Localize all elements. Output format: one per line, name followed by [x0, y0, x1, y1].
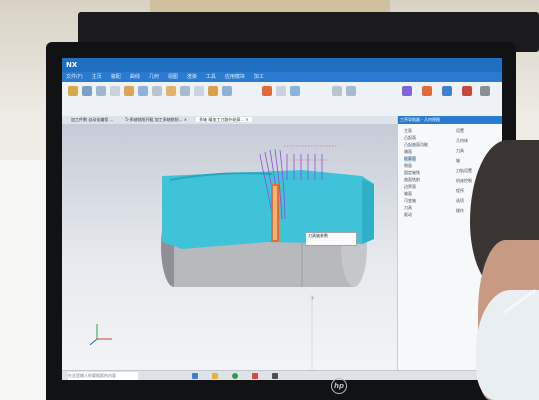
app-icon[interactable] — [272, 373, 278, 379]
toolpath-rapid-moves — [284, 145, 337, 161]
operation-setting-item[interactable]: 轴 — [456, 158, 460, 164]
ribbon-tool-icon[interactable] — [222, 86, 232, 96]
menu-item[interactable]: 应用模块 — [225, 74, 245, 80]
document-tab[interactable]: 5-多轴铣削开粗 加工多轴铣削... × — [122, 117, 190, 122]
navigator-title: 工序导航器 - 几何视图 — [398, 116, 502, 124]
z-axis-icon — [89, 338, 98, 346]
wooden-shelf — [150, 0, 390, 12]
ribbon-tool-icon[interactable] — [152, 86, 162, 96]
part-side-face — [362, 179, 374, 244]
navigator-item[interactable]: 刀具 — [404, 205, 412, 211]
navigator-item[interactable]: 凸起面 — [404, 135, 416, 141]
crosshair-marker: + — [310, 295, 315, 302]
ribbon-tool-icon[interactable] — [194, 86, 204, 96]
operation-setting-item[interactable]: 选项 — [456, 198, 464, 204]
navigator-item[interactable]: 端面 — [404, 149, 412, 155]
navigator-item[interactable]: 凸起曲面功能 — [404, 142, 428, 148]
ribbon-tool-icon[interactable] — [124, 86, 134, 96]
ribbon-tool-icon[interactable] — [262, 86, 272, 96]
ribbon-tool-icon[interactable] — [346, 86, 356, 96]
navigator-item[interactable]: 轴面 — [404, 191, 412, 197]
navigator-item[interactable]: 驱动 — [404, 212, 412, 218]
navigator-item[interactable]: 边界面 — [404, 184, 416, 190]
document-tab[interactable]: 加工件数 自动化编程 ... — [68, 117, 116, 122]
menu-item[interactable]: 视图 — [168, 74, 178, 80]
ribbon-tool-icon[interactable] — [96, 86, 106, 96]
menu-bar: 文件(F) 主页 装配 曲线 几何 视图 渲染 工具 应用模块 加工 — [62, 72, 502, 82]
folder-icon[interactable] — [212, 373, 218, 379]
document-tab[interactable]: 多轴 精加工刀路外轮廓... × — [196, 117, 252, 122]
ribbon-tool-icon[interactable] — [422, 86, 432, 96]
ribbon-tool-icon[interactable] — [462, 86, 472, 96]
dialog-label: 刀具轴参数 — [308, 233, 328, 238]
ribbon-tool-icon[interactable] — [480, 86, 490, 96]
ribbon-tool-icon[interactable] — [68, 86, 78, 96]
ribbon-tool-icon[interactable] — [290, 86, 300, 96]
monitor-screen: NX 文件(F) 主页 装配 曲线 几何 视图 渲染 工具 应用模块 加工 加工件数 自动化编程 … — [62, 58, 502, 380]
ribbon-toolbar — [62, 82, 502, 117]
windows-taskbar: 在这里输入你要搜索的内容 — [62, 370, 502, 380]
ribbon-tool-icon[interactable] — [138, 86, 148, 96]
ribbon-tool-icon[interactable] — [110, 86, 120, 96]
menu-item[interactable]: 主页 — [92, 74, 102, 80]
menu-item[interactable]: 曲线 — [130, 74, 140, 80]
ribbon-tool-icon[interactable] — [82, 86, 92, 96]
operation-setting-item[interactable]: 机床控制 — [456, 178, 472, 184]
operation-setting-item[interactable]: 设置 — [456, 128, 464, 134]
operation-setting-item[interactable]: 操作 — [456, 208, 464, 214]
navigator-item[interactable]: 曲面铣削 — [404, 177, 420, 183]
operation-setting-item[interactable]: 程序 — [456, 188, 464, 194]
navigator-item[interactable]: 侧面 — [404, 163, 412, 169]
ribbon-tool-icon[interactable] — [332, 86, 342, 96]
app-icon[interactable] — [252, 373, 258, 379]
app-icon[interactable] — [232, 373, 238, 379]
app-icon[interactable] — [192, 373, 198, 379]
ribbon-tool-icon[interactable] — [208, 86, 218, 96]
operation-setting-item[interactable]: 几何体 — [456, 138, 468, 144]
ribbon-tool-icon[interactable] — [276, 86, 286, 96]
menu-item[interactable]: 装配 — [111, 74, 121, 80]
app-titlebar: NX — [62, 58, 502, 72]
taskbar-search[interactable]: 在这里输入你要搜索的内容 — [68, 372, 138, 380]
navigator-item[interactable]: 主面 — [404, 128, 412, 134]
tool-axis-dialog[interactable]: 刀具轴参数 — [305, 232, 357, 246]
navigator-item[interactable]: 固定轴铣 — [404, 170, 420, 176]
graphics-viewport[interactable]: + 刀具轴参数 — [62, 124, 397, 370]
menu-item[interactable]: 几何 — [149, 74, 159, 80]
document-tabs: 加工件数 自动化编程 ... 5-多轴铣削开粗 加工多轴铣削... × 多轴 精加工… — [62, 116, 397, 124]
ribbon-tool-icon[interactable] — [166, 86, 176, 96]
navigator-item[interactable]: 可变轴 — [404, 198, 416, 204]
cad-model-view: + — [89, 145, 374, 370]
hp-logo: hp — [331, 378, 347, 394]
menu-item[interactable]: 文件(F) — [66, 74, 83, 80]
navigator-item[interactable]: 轮廓面 — [404, 156, 416, 162]
operation-setting-item[interactable]: 刀轨设置 — [456, 168, 472, 174]
ribbon-tool-icon[interactable] — [180, 86, 190, 96]
ribbon-tool-icon[interactable] — [442, 86, 452, 96]
menu-item[interactable]: 工具 — [206, 74, 216, 80]
ribbon-tool-icon[interactable] — [402, 86, 412, 96]
operation-setting-item[interactable]: 刀具 — [456, 148, 464, 154]
tool-highlight — [273, 186, 277, 240]
app-logo: NX — [66, 61, 78, 69]
menu-item[interactable]: 渲染 — [187, 74, 197, 80]
menu-item[interactable]: 加工 — [254, 74, 264, 80]
